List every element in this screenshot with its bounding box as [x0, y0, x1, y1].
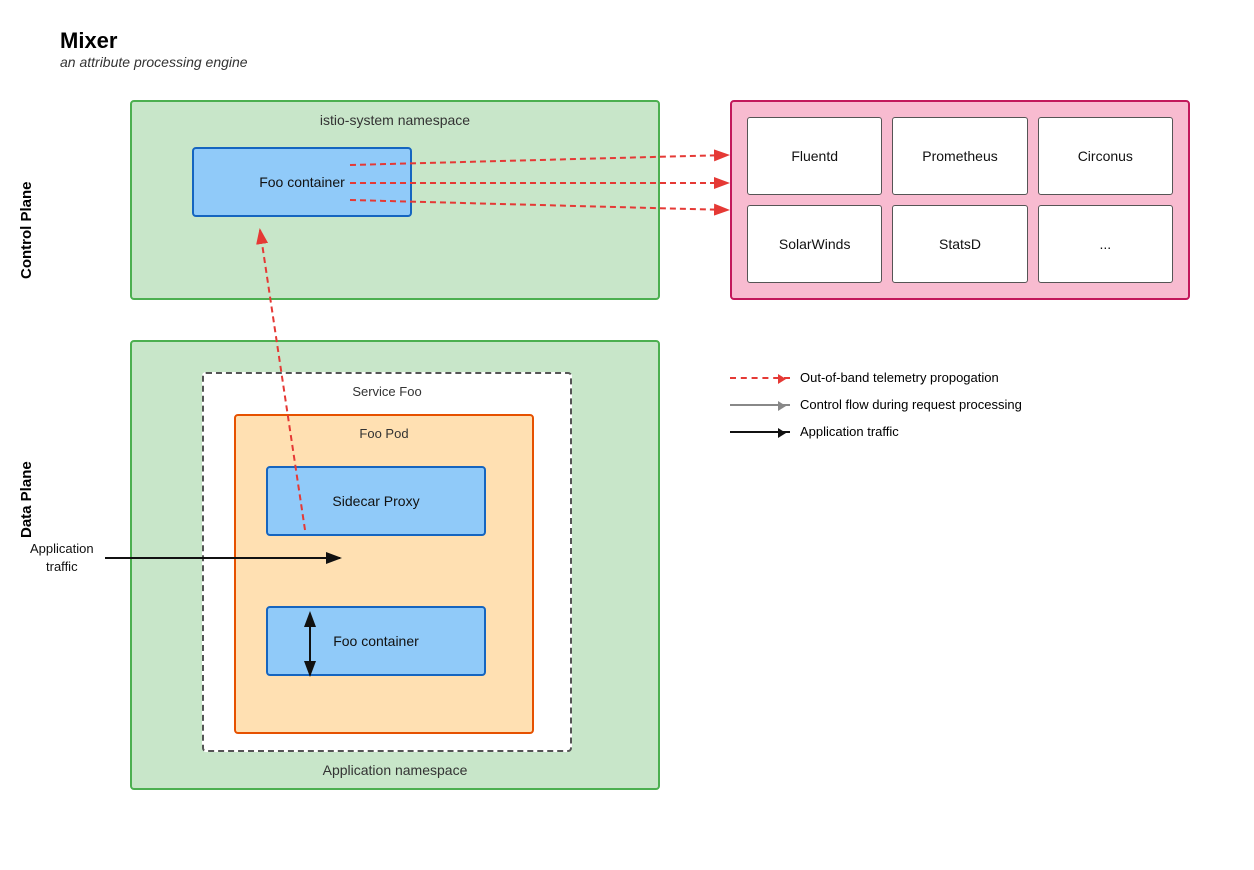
legend-label-dashed-red: Out-of-band telemetry propogation	[800, 370, 999, 385]
legend-item-solid-gray: Control flow during request processing	[730, 397, 1022, 412]
legend-label-solid-black: Application traffic	[800, 424, 899, 439]
legend: Out-of-band telemetry propogation Contro…	[730, 370, 1022, 451]
legend-item-solid-black: Application traffic	[730, 424, 1022, 439]
control-plane-label: Control Plane	[18, 130, 35, 330]
main-title: Mixer	[60, 28, 248, 54]
sidecar-proxy-label: Sidecar Proxy	[332, 493, 419, 509]
sidecar-proxy-box: Sidecar Proxy	[266, 466, 486, 536]
istio-namespace-label: istio-system namespace	[132, 112, 658, 128]
legend-line-solid-black	[730, 431, 790, 433]
foo-container-ctrl-label: Foo container	[259, 174, 345, 190]
app-traffic-label: Applicationtraffic	[30, 540, 94, 576]
data-plane-box: Application namespace Service Foo Foo Po…	[130, 340, 660, 790]
control-plane-box: istio-system namespace Foo container	[130, 100, 660, 300]
diagram-container: Mixer an attribute processing engine Con…	[0, 0, 1254, 870]
app-namespace-label: Application namespace	[132, 762, 658, 778]
foo-container-control: Foo container	[192, 147, 412, 217]
backend-fluentd: Fluentd	[747, 117, 882, 195]
legend-line-dashed-red	[730, 377, 790, 379]
backend-statsd: StatsD	[892, 205, 1027, 283]
title-area: Mixer an attribute processing engine	[60, 28, 248, 70]
backend-solarwinds: SolarWinds	[747, 205, 882, 283]
service-foo-box: Service Foo Foo Pod Sidecar Proxy Foo co…	[202, 372, 572, 752]
foo-container-data: Foo container	[266, 606, 486, 676]
backend-prometheus: Prometheus	[892, 117, 1027, 195]
sub-title: an attribute processing engine	[60, 54, 248, 70]
backend-circonus: Circonus	[1038, 117, 1173, 195]
legend-item-dashed-red: Out-of-band telemetry propogation	[730, 370, 1022, 385]
backend-etc: ...	[1038, 205, 1173, 283]
service-foo-label: Service Foo	[204, 384, 570, 399]
foo-container-data-label: Foo container	[333, 633, 419, 649]
foo-pod-label: Foo Pod	[236, 426, 532, 441]
foo-pod-box: Foo Pod Sidecar Proxy Foo container	[234, 414, 534, 734]
legend-label-solid-gray: Control flow during request processing	[800, 397, 1022, 412]
backends-box: Fluentd Prometheus Circonus SolarWinds S…	[730, 100, 1190, 300]
legend-line-solid-gray	[730, 404, 790, 406]
